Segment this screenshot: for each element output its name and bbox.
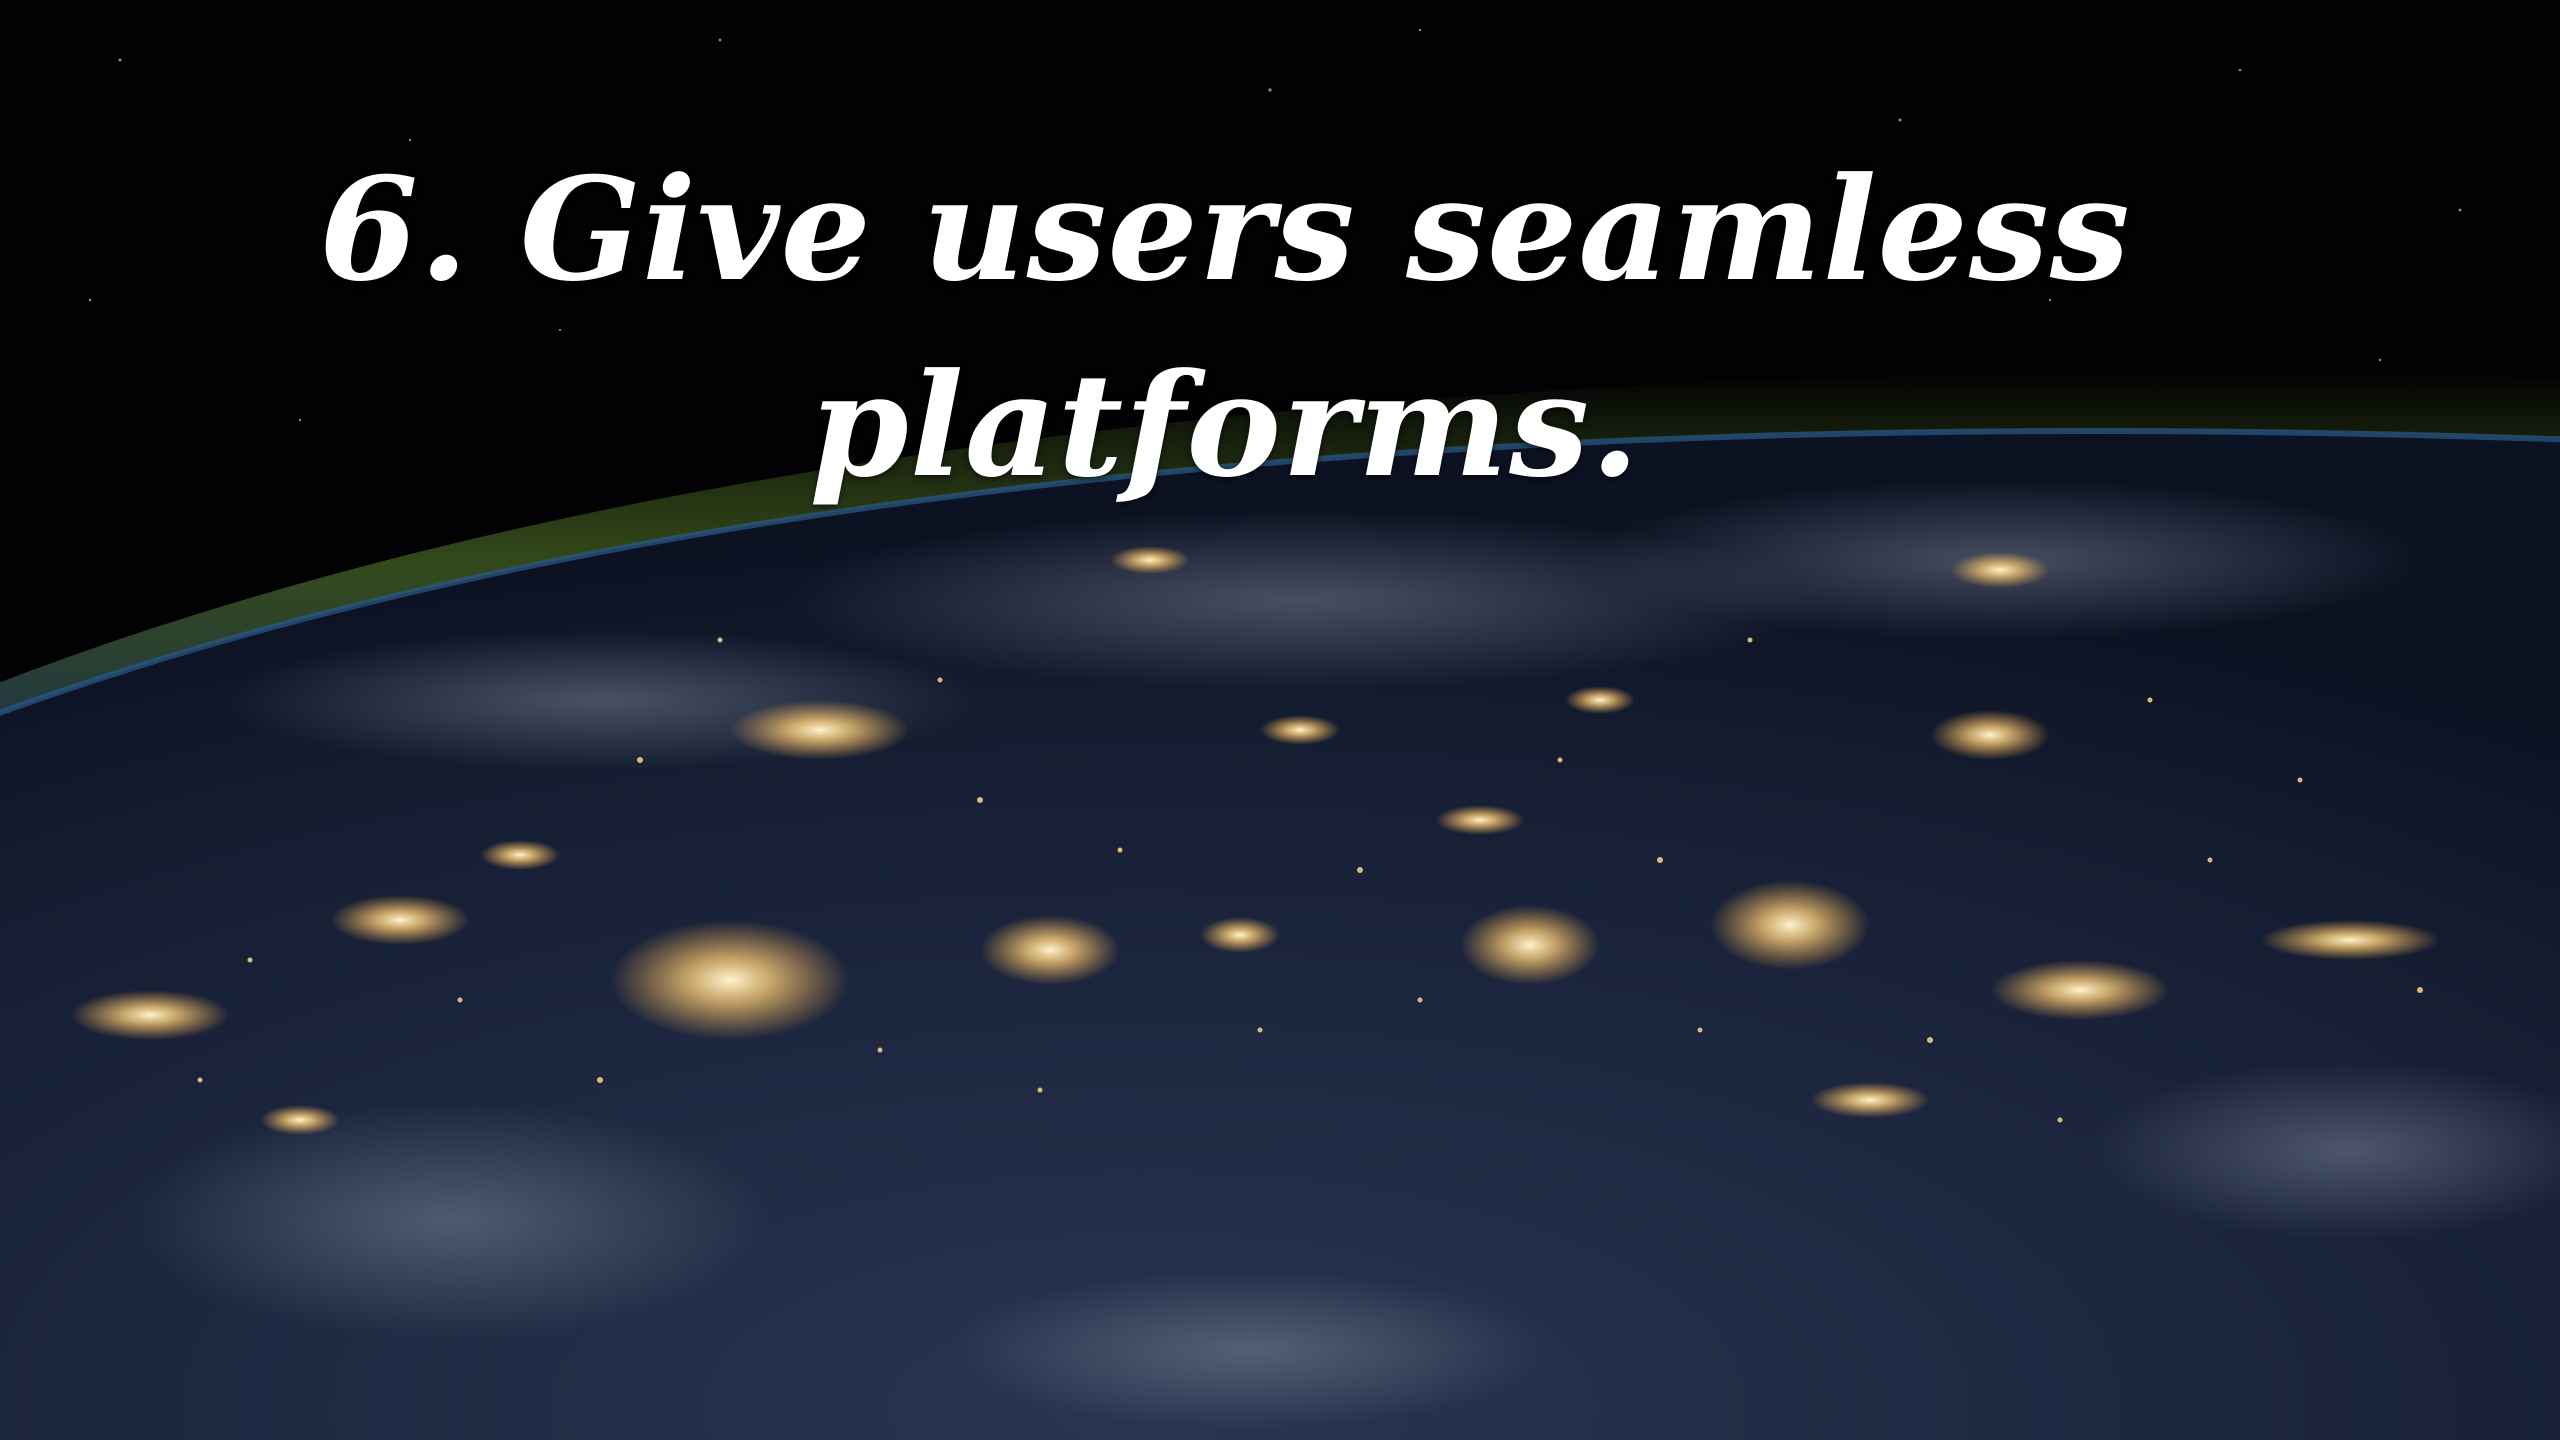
slide-title: 6. Give users seamless platforms. <box>0 132 2450 524</box>
slide-title-line-1: 6. Give users seamless <box>319 147 2131 313</box>
slide-title-line-2: platforms. <box>809 343 1641 509</box>
slide: 6. Give users seamless platforms. <box>0 0 2560 1440</box>
